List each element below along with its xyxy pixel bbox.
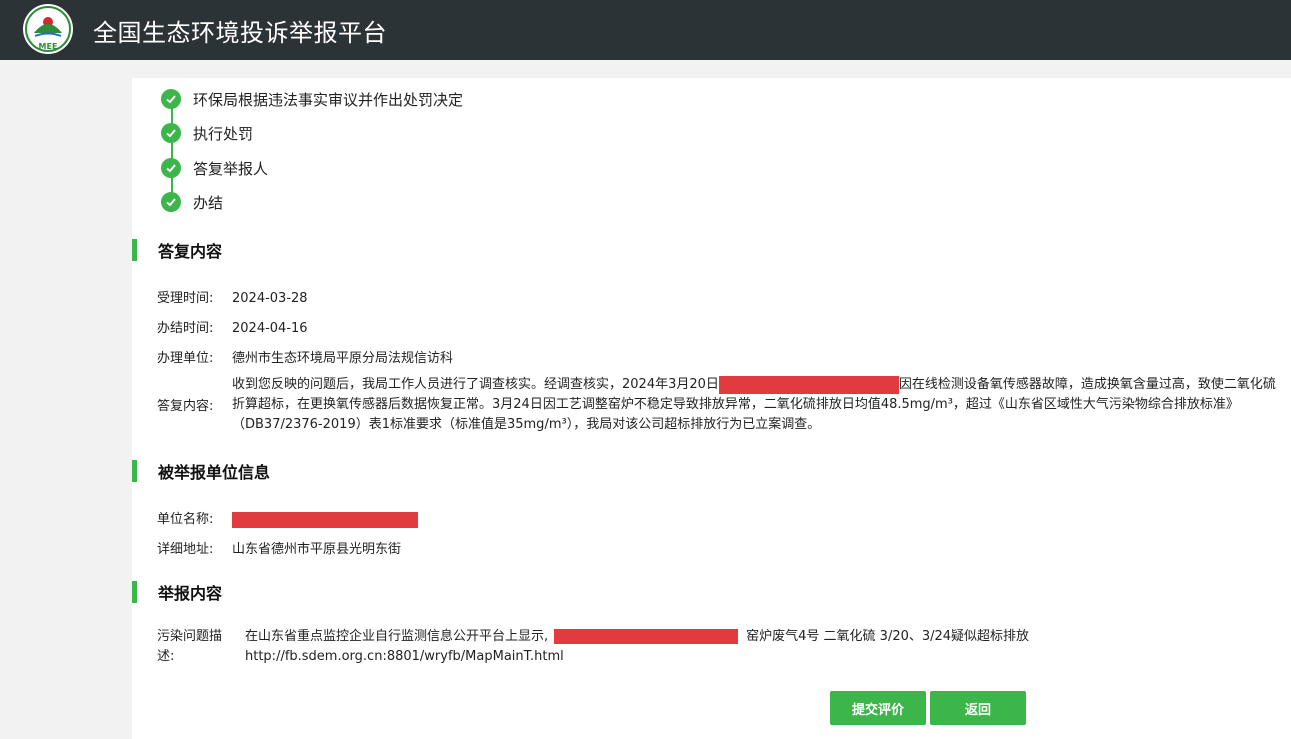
field-label: 单位名称: <box>157 512 214 527</box>
check-circle-icon <box>161 192 181 212</box>
accept-time-row: 受理时间: 2024-03-28 <box>157 287 308 306</box>
complaint-line: 在山东省重点监控企业自行监测信息公开平台上显示, 窑炉废气4号 二氧化硫 3/20… <box>245 627 1245 647</box>
redacted-company <box>718 375 899 394</box>
reply-section-header: 答复内容 <box>132 239 222 261</box>
complaint-section-header: 举报内容 <box>132 581 222 603</box>
timeline-step: 答复举报人 <box>161 156 268 180</box>
complaint-description: 在山东省重点监控企业自行监测信息公开平台上显示, 窑炉废气4号 二氧化硫 3/20… <box>245 627 1245 667</box>
top-header: MEE 全国生态环境投诉举报平台 <box>0 0 1291 60</box>
check-circle-icon <box>161 123 181 143</box>
section-title: 举报内容 <box>158 584 223 603</box>
handling-unit-row: 办理单位: 德州市生态环境局平原分局法规信访科 <box>157 347 453 366</box>
finish-time-row: 办结时间: 2024-04-16 <box>157 317 308 336</box>
detail-panel: 环保局根据违法事实审议并作出处罚决定 执行处罚 答复举报人 办结 答复内容 受理… <box>132 78 1291 739</box>
reply-content: 收到您反映的问题后，我局工作人员进行了调查核实。经调查核实，2024年3月20日… <box>232 375 1277 435</box>
section-title: 答复内容 <box>158 242 223 261</box>
handling-unit-value: 德州市生态环境局平原分局法规信访科 <box>232 351 454 366</box>
redacted-unit-name <box>232 511 418 528</box>
complaint-text-part: 窑炉废气4号 二氧化硫 3/20、3/24疑似超标排放 <box>746 629 1030 644</box>
svg-text:MEE: MEE <box>39 42 58 51</box>
address-row: 详细地址: 山东省德州市平原县光明东街 <box>157 538 401 557</box>
mee-logo-icon: MEE <box>23 4 73 54</box>
finish-time-value: 2024-04-16 <box>232 321 308 336</box>
section-accent-bar <box>132 581 137 603</box>
timeline-step-label: 答复举报人 <box>193 159 269 178</box>
timeline-step: 执行处罚 <box>161 121 253 145</box>
timeline-step-label: 环保局根据违法事实审议并作出处罚决定 <box>193 90 464 109</box>
progress-timeline: 环保局根据违法事实审议并作出处罚决定 执行处罚 答复举报人 办结 <box>132 78 732 218</box>
reported-unit-section-header: 被举报单位信息 <box>132 460 270 482</box>
field-label: 答复内容: <box>157 399 214 414</box>
complaint-text-part: 在山东省重点监控企业自行监测信息公开平台上显示, <box>245 629 549 644</box>
field-label: 详细地址: <box>157 542 214 557</box>
address-value: 山东省德州市平原县光明东街 <box>232 542 402 557</box>
section-accent-bar <box>132 460 137 482</box>
section-title: 被举报单位信息 <box>158 463 271 482</box>
timeline-step-label: 执行处罚 <box>193 124 254 143</box>
check-circle-icon <box>161 89 181 109</box>
field-label: 污染问题描述: <box>157 629 223 664</box>
submit-review-button[interactable]: 提交评价 <box>830 691 926 725</box>
field-label: 受理时间: <box>157 291 214 306</box>
platform-title: 全国生态环境投诉举报平台 <box>93 19 387 47</box>
check-circle-icon <box>161 158 181 178</box>
timeline-step: 办结 <box>161 190 223 214</box>
back-button[interactable]: 返回 <box>930 691 1026 725</box>
unit-name-row: 单位名称: <box>157 508 418 528</box>
redacted-company <box>554 629 739 644</box>
timeline-step: 环保局根据违法事实审议并作出处罚决定 <box>161 87 463 111</box>
field-label: 办结时间: <box>157 321 214 336</box>
accept-time-value: 2024-03-28 <box>232 291 308 306</box>
section-accent-bar <box>132 239 137 261</box>
complaint-url: http://fb.sdem.org.cn:8801/wryfb/MapMain… <box>245 649 564 664</box>
reply-text-part: 收到您反映的问题后，我局工作人员进行了调查核实。经调查核实，2024年3月20日 <box>232 377 719 392</box>
field-label: 办理单位: <box>157 351 214 366</box>
timeline-step-label: 办结 <box>193 193 224 212</box>
